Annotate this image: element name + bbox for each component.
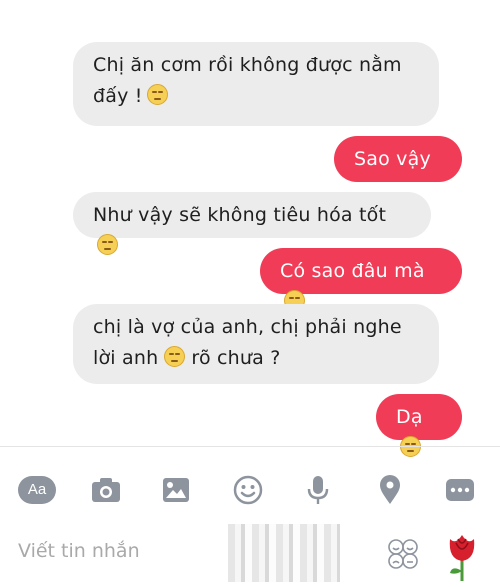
message-input[interactable]: Viết tin nhắn bbox=[18, 540, 140, 562]
message-text: rõ chưa ? bbox=[191, 347, 281, 369]
message-text: đấy ! bbox=[93, 85, 143, 107]
unamused-face-icon bbox=[164, 346, 186, 367]
message-text: Chị ăn cơm rồi không được nằm bbox=[93, 54, 402, 76]
message-text-line-2: lời anh rõ chưa ? bbox=[93, 343, 419, 374]
gallery-icon bbox=[163, 478, 189, 502]
camera-button[interactable] bbox=[86, 473, 126, 507]
rose-button[interactable] bbox=[442, 529, 482, 583]
pensive-face-icon bbox=[146, 84, 168, 105]
composer-toolbar: Aa bbox=[0, 447, 500, 527]
message-received-1: Chị ăn cơm rồi không được nằm đấy ! bbox=[73, 42, 439, 126]
message-text: Như vậy sẽ không tiêu hóa tốt bbox=[93, 204, 387, 226]
message-text: chị là vợ của anh, chị phải nghe bbox=[93, 316, 402, 338]
microphone-button[interactable] bbox=[298, 473, 338, 507]
more-icon bbox=[446, 479, 474, 501]
location-icon bbox=[380, 475, 400, 504]
text-style-label: Aa bbox=[27, 481, 47, 498]
text-style-button[interactable]: Aa bbox=[17, 473, 57, 507]
message-sent-2: Có sao đâu mà bbox=[260, 248, 462, 311]
message-text: Dạ bbox=[396, 406, 423, 428]
message-text-line-2: đấy ! bbox=[93, 81, 419, 112]
message-text: Có sao đâu mà bbox=[280, 260, 425, 282]
rose-icon bbox=[449, 535, 475, 581]
microphone-icon bbox=[307, 476, 329, 504]
blurred-watermark bbox=[228, 524, 340, 582]
camera-icon bbox=[92, 478, 120, 502]
message-received-2: Như vậy sẽ không tiêu hóa tốt bbox=[73, 192, 431, 255]
text-style-icon: Aa bbox=[18, 476, 56, 504]
pensive-face-icon bbox=[97, 234, 118, 255]
message-sent-1: Sao vậy ? bbox=[334, 136, 462, 201]
message-thread: Chị ăn cơm rồi không được nằm đấy ! Sao … bbox=[0, 0, 500, 457]
emoji-button[interactable] bbox=[228, 473, 268, 507]
message-text: lời anh bbox=[93, 347, 159, 369]
message-received-3: chị là vợ của anh, chị phải nghe lời anh… bbox=[73, 304, 439, 384]
message-input-placeholder: Viết tin nhắn bbox=[18, 540, 140, 562]
gallery-button[interactable] bbox=[156, 473, 196, 507]
sticker-button[interactable] bbox=[386, 537, 420, 571]
location-button[interactable] bbox=[370, 473, 410, 507]
message-sent-3: Dạ bbox=[376, 394, 462, 457]
sticker-icon bbox=[388, 539, 418, 569]
emoji-icon bbox=[233, 475, 263, 505]
more-button[interactable] bbox=[440, 473, 480, 507]
